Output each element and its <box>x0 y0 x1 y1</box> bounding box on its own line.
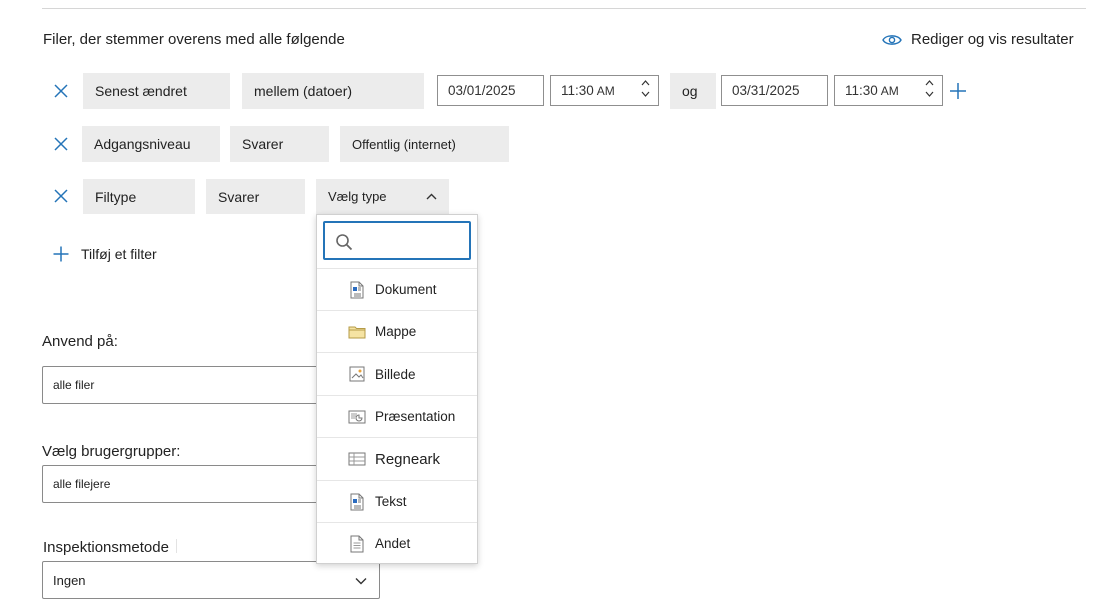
option-label: Regneark <box>375 450 441 468</box>
from-date-value: 03/01/2025 <box>448 83 516 98</box>
file-type-option-text[interactable]: Tekst <box>317 480 477 522</box>
filter-field-modified[interactable]: Senest ændret <box>83 73 230 109</box>
dropdown-search-box[interactable] <box>323 221 471 260</box>
from-time-ampm: AM <box>596 83 615 98</box>
filter-operator-between[interactable]: mellem (datoer) <box>242 73 424 109</box>
user-groups-label: Vælg brugergrupper: <box>42 443 181 460</box>
filter-field-label: Filtype <box>95 188 137 205</box>
filter-operator-equals[interactable]: Svarer <box>206 179 305 214</box>
add-condition-button[interactable] <box>948 81 968 101</box>
edit-results-label: Rediger og vis resultater <box>911 31 1074 48</box>
chevron-down-icon <box>355 578 367 585</box>
spreadsheet-icon <box>348 450 366 468</box>
to-date-value: 03/31/2025 <box>732 83 800 98</box>
chevron-down-icon[interactable] <box>925 91 934 97</box>
from-time-spinner[interactable] <box>641 80 650 97</box>
text-file-icon <box>348 493 366 511</box>
option-label: Andet <box>375 536 411 551</box>
to-date-input[interactable]: 03/31/2025 <box>721 75 828 106</box>
to-time-ampm: AM <box>880 83 899 98</box>
edit-results-link[interactable]: Rediger og vis resultater <box>882 31 1074 48</box>
close-icon <box>54 137 68 151</box>
add-filter-button[interactable]: Tilføj et filter <box>53 246 157 262</box>
chevron-up-icon[interactable] <box>925 80 934 86</box>
dropdown-search-input[interactable] <box>359 229 467 253</box>
from-time-value: 11:30 <box>561 83 594 98</box>
chevron-down-icon[interactable] <box>641 91 650 97</box>
filter-operator-equals[interactable]: Svarer <box>230 126 329 162</box>
close-icon <box>54 189 68 203</box>
filters-heading: Filer, der stemmer overens med alle følg… <box>43 31 345 48</box>
inspection-method-select[interactable]: Ingen <box>42 561 380 599</box>
user-groups-value: alle filejere <box>53 477 111 491</box>
option-label: Billede <box>375 366 416 382</box>
filter-operator-label: Svarer <box>242 136 284 152</box>
date-connector: og <box>670 73 716 109</box>
inspection-method-value: Ingen <box>53 572 86 588</box>
to-time-value: 11:30 <box>845 83 878 98</box>
document-icon <box>348 281 366 299</box>
to-time-input[interactable]: 11:30 AM <box>834 75 943 106</box>
search-icon <box>336 234 353 251</box>
label-divider <box>176 539 177 553</box>
file-type-option-document[interactable]: Dokument <box>317 268 477 310</box>
to-time-spinner[interactable] <box>925 80 934 97</box>
apply-to-value: alle filer <box>53 378 95 392</box>
option-label: Dokument <box>375 282 437 297</box>
filter-field-access-level[interactable]: Adgangsniveau <box>82 126 220 162</box>
file-type-option-image[interactable]: Billede <box>317 352 477 395</box>
chevron-up-icon <box>426 193 437 200</box>
plus-icon <box>53 246 69 262</box>
image-icon <box>348 365 366 383</box>
apply-to-label: Anvend på: <box>42 333 118 350</box>
filter-value-label: Offentlig (internet) <box>352 136 456 152</box>
from-date-input[interactable]: 03/01/2025 <box>437 75 544 106</box>
close-icon <box>54 84 68 98</box>
filter-field-label: Adgangsniveau <box>94 136 191 152</box>
option-label: Tekst <box>375 494 407 509</box>
top-divider <box>42 8 1086 9</box>
folder-icon <box>348 323 366 341</box>
filter-field-label: Senest ændret <box>95 83 187 99</box>
presentation-icon <box>348 408 366 426</box>
file-type-option-other[interactable]: Andet <box>317 522 477 564</box>
chevron-up-icon[interactable] <box>641 80 650 86</box>
eye-icon <box>882 33 902 47</box>
remove-filter-access-button[interactable] <box>51 134 71 154</box>
filter-field-filetype[interactable]: Filtype <box>83 179 195 214</box>
filter-operator-label: Svarer <box>218 188 260 205</box>
option-label: Præsentation <box>375 409 456 424</box>
filter-operator-label: mellem (datoer) <box>254 83 353 99</box>
file-type-option-folder[interactable]: Mappe <box>317 310 477 352</box>
remove-filter-modified-button[interactable] <box>51 81 71 101</box>
file-type-dropdown: Dokument Mappe Billede Præsentation Regn… <box>316 214 478 564</box>
filter-value-public[interactable]: Offentlig (internet) <box>340 126 509 162</box>
generic-file-icon <box>348 535 366 553</box>
inspection-method-label: Inspektionsmetode <box>43 539 169 556</box>
option-label: Mappe <box>375 324 417 339</box>
remove-filter-filetype-button[interactable] <box>51 186 71 206</box>
file-type-select-label: Vælg type <box>328 189 387 204</box>
file-type-option-spreadsheet[interactable]: Regneark <box>317 437 477 480</box>
file-type-select[interactable]: Vælg type <box>316 179 449 214</box>
file-type-option-presentation[interactable]: Præsentation <box>317 395 477 437</box>
add-filter-label: Tilføj et filter <box>81 246 157 262</box>
from-time-input[interactable]: 11:30 AM <box>550 75 659 106</box>
plus-icon <box>950 83 966 99</box>
connector-label: og <box>682 83 698 99</box>
